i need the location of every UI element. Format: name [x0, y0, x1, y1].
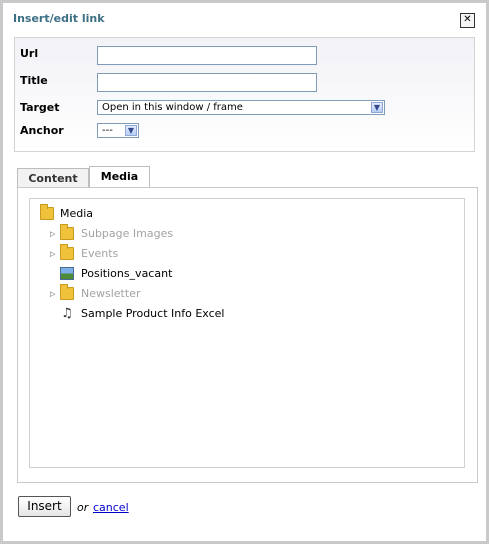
link-properties-panel: Url Title Target Open in this window / f… [14, 37, 475, 152]
expand-arrow-icon[interactable]: ▷ [50, 285, 58, 303]
image-file-icon [60, 267, 74, 280]
target-label: Target [20, 101, 60, 114]
target-select-value: Open in this window / frame [102, 102, 243, 113]
url-label: Url [20, 47, 39, 60]
target-select[interactable]: Open in this window / frame ▼ [97, 100, 385, 115]
anchor-label: Anchor [20, 124, 64, 137]
anchor-select-value: --- [102, 125, 113, 136]
folder-icon [60, 284, 74, 300]
title-input[interactable] [97, 73, 317, 92]
chevron-down-icon[interactable]: ▼ [125, 125, 137, 136]
folder-icon [40, 204, 54, 220]
folder-icon [60, 224, 74, 240]
expand-arrow-icon[interactable]: ▷ [50, 245, 58, 263]
close-icon[interactable]: ✕ [460, 13, 475, 28]
dialog-frame: Insert/edit link ✕ Url Title Target Open… [0, 0, 489, 544]
insert-button[interactable]: Insert [18, 496, 71, 517]
url-input[interactable] [97, 46, 317, 65]
or-text: or [77, 501, 89, 514]
tree-item-label: Positions_vacant [81, 267, 173, 280]
media-tab-panel: Media ▷ Subpage Images ▷ Events Position… [17, 187, 478, 483]
tree-item-label: Sample Product Info Excel [81, 307, 225, 320]
anchor-select[interactable]: --- ▼ [97, 123, 139, 138]
tree-item-label: Events [81, 247, 119, 260]
chevron-down-icon[interactable]: ▼ [371, 102, 383, 113]
music-file-icon: ♫ [61, 306, 73, 321]
tab-media[interactable]: Media [89, 166, 150, 189]
tree-item-label: Media [60, 207, 94, 220]
media-tree: Media ▷ Subpage Images ▷ Events Position… [29, 198, 465, 468]
expand-arrow-icon[interactable]: ▷ [50, 225, 58, 243]
tree-item-label: Subpage Images [81, 227, 174, 240]
dialog-title: Insert/edit link [13, 12, 105, 25]
cancel-link[interactable]: cancel [93, 501, 129, 514]
tab-content[interactable]: Content [17, 168, 89, 188]
folder-icon [60, 244, 74, 260]
title-label: Title [20, 74, 48, 87]
tree-item-label: Newsletter [81, 287, 141, 300]
